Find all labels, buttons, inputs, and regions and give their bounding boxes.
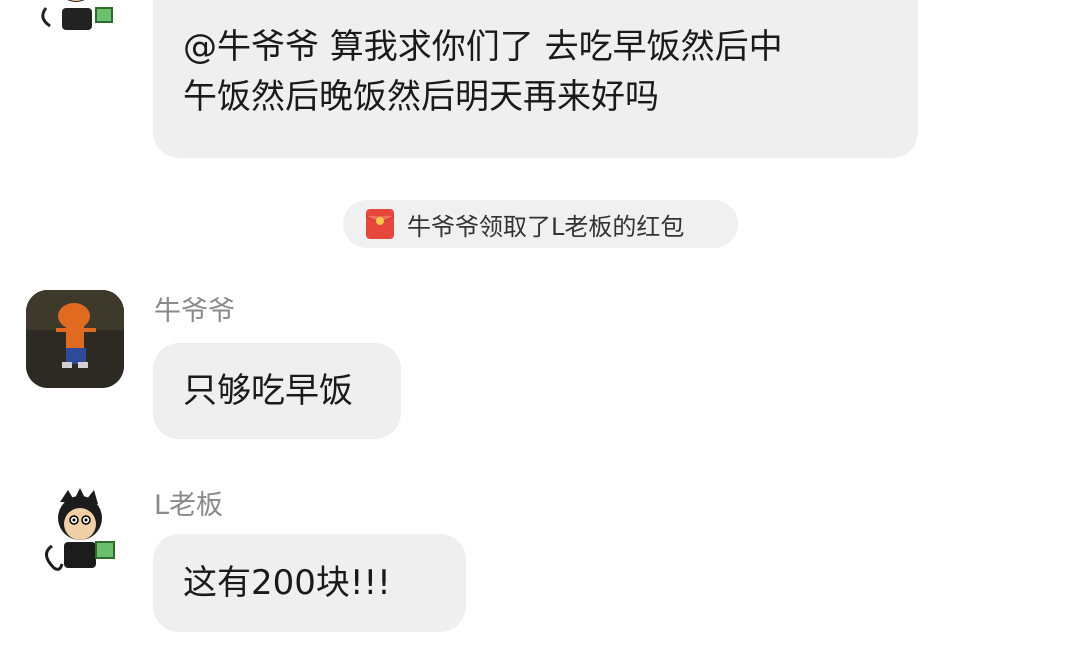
chat-view: @牛爷爷 算我求你们了 去吃早饭然后中 午饭然后晚饭然后明天再来好吗 牛爷爷领取… <box>0 0 1080 669</box>
red-packet-icon <box>365 209 395 239</box>
message-1-line-1: @牛爷爷 算我求你们了 去吃早饭然后中 <box>183 27 783 67</box>
message-bubble-3[interactable]: 这有200块!!! <box>153 534 466 632</box>
message-2-text: 只够吃早饭 <box>183 371 353 411</box>
system-notice[interactable]: 牛爷爷领取了L老板的红包 <box>343 200 738 248</box>
system-notice-text: 牛爷爷领取了L老板的红包 <box>407 212 685 241</box>
crash-character-avatar-icon <box>26 290 124 388</box>
message-bubble-2[interactable]: 只够吃早饭 <box>153 343 401 439</box>
avatar-l-boss[interactable] <box>30 482 128 580</box>
sender-name-niuyeye: 牛爷爷 <box>154 296 235 327</box>
monkey-avatar-icon <box>45 488 115 571</box>
message-3-text: 这有200块!!! <box>183 563 391 603</box>
monkey-avatar-icon <box>41 0 113 30</box>
message-1-line-2: 午饭然后晚饭然后明天再来好吗 <box>183 77 659 117</box>
avatar-l-boss-top[interactable] <box>26 0 124 36</box>
avatar-niuyeye[interactable] <box>26 290 124 388</box>
message-bubble-1[interactable]: @牛爷爷 算我求你们了 去吃早饭然后中 午饭然后晚饭然后明天再来好吗 <box>153 0 918 158</box>
sender-name-l-boss: L老板 <box>154 490 224 521</box>
